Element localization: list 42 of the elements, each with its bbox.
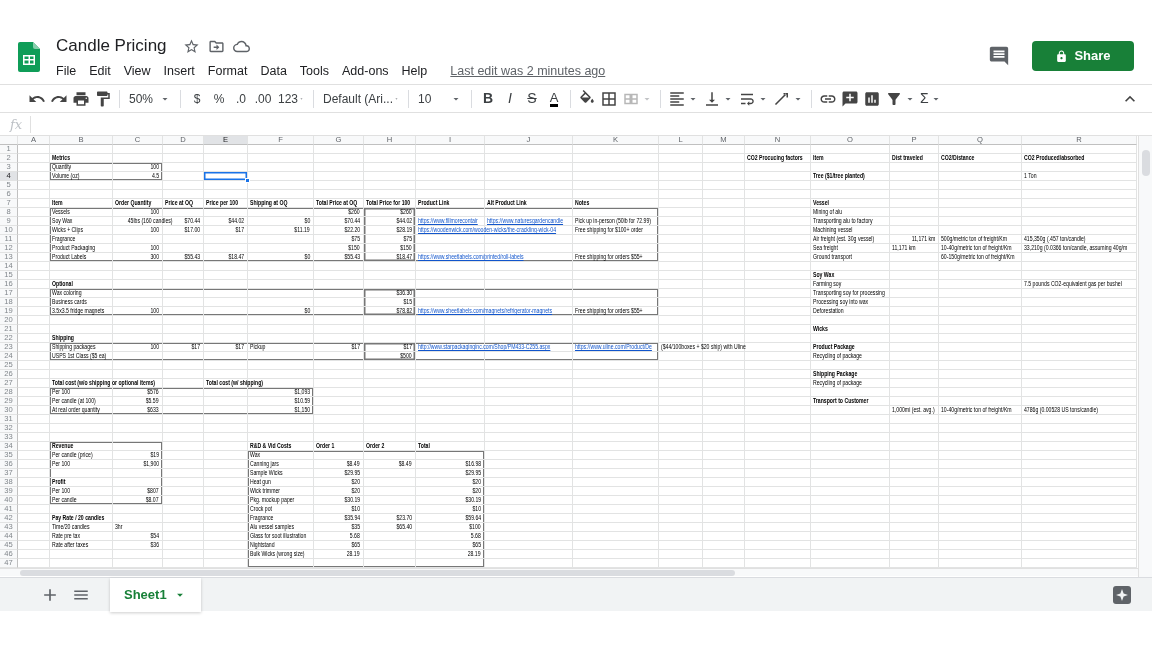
sheet-tab[interactable]: Sheet1	[110, 577, 201, 612]
spreadsheet-logo[interactable]	[18, 42, 40, 72]
add-comment-icon[interactable]	[841, 89, 859, 108]
print-icon[interactable]	[72, 89, 90, 108]
menu-item[interactable]: Insert	[163, 62, 195, 80]
menu-item[interactable]: Help	[401, 62, 428, 80]
fill-handle[interactable]	[245, 178, 250, 183]
percent-format-button[interactable]: %	[208, 86, 230, 111]
menu-item[interactable]: Tools	[299, 62, 330, 80]
menu-item[interactable]: File	[56, 62, 77, 80]
comment-icon[interactable]	[988, 45, 1010, 67]
decrease-decimals-button[interactable]: .0	[230, 86, 252, 111]
paint-roller-icon[interactable]	[94, 89, 112, 108]
horizontal-scrollbar[interactable]	[20, 570, 735, 576]
text-color-button[interactable]: A	[543, 86, 565, 111]
strikethrough-button[interactable]: S	[521, 86, 543, 111]
document-title[interactable]: Candle Pricing	[56, 34, 167, 58]
number-format-dropdown[interactable]: 123	[274, 86, 308, 111]
currency-format-button[interactable]: $	[186, 86, 208, 111]
menu-item[interactable]: Format	[207, 62, 248, 80]
align-bottom-icon[interactable]	[703, 89, 721, 108]
menu-item[interactable]: Data	[260, 62, 287, 80]
font-dropdown[interactable]: Default (Ari...	[319, 86, 403, 111]
menu-item[interactable]: View	[123, 62, 151, 80]
chart-icon[interactable]	[863, 89, 881, 108]
zoom-dropdown[interactable]: 50%	[125, 86, 175, 111]
lock-icon	[1055, 49, 1069, 63]
last-edit-link[interactable]: Last edit was 2 minutes ago	[450, 62, 606, 80]
align-left-icon[interactable]	[668, 89, 686, 108]
functions-dropdown[interactable]: Σ	[918, 86, 944, 111]
selected-cell[interactable]	[204, 172, 248, 181]
menu-item[interactable]: Add-ons	[342, 62, 389, 80]
share-button[interactable]: Share	[1032, 41, 1134, 71]
vertical-scrollbar[interactable]	[1141, 150, 1150, 176]
italic-button[interactable]: I	[499, 86, 521, 111]
font-size-dropdown[interactable]: 10	[414, 86, 466, 111]
menu-item[interactable]: Edit	[89, 62, 111, 80]
increase-decimals-button[interactable]: .00	[252, 86, 274, 111]
borders-icon[interactable]	[600, 89, 618, 108]
bold-button[interactable]: B	[477, 86, 499, 111]
star-icon[interactable]	[182, 37, 200, 55]
explore-icon[interactable]	[1112, 584, 1132, 605]
